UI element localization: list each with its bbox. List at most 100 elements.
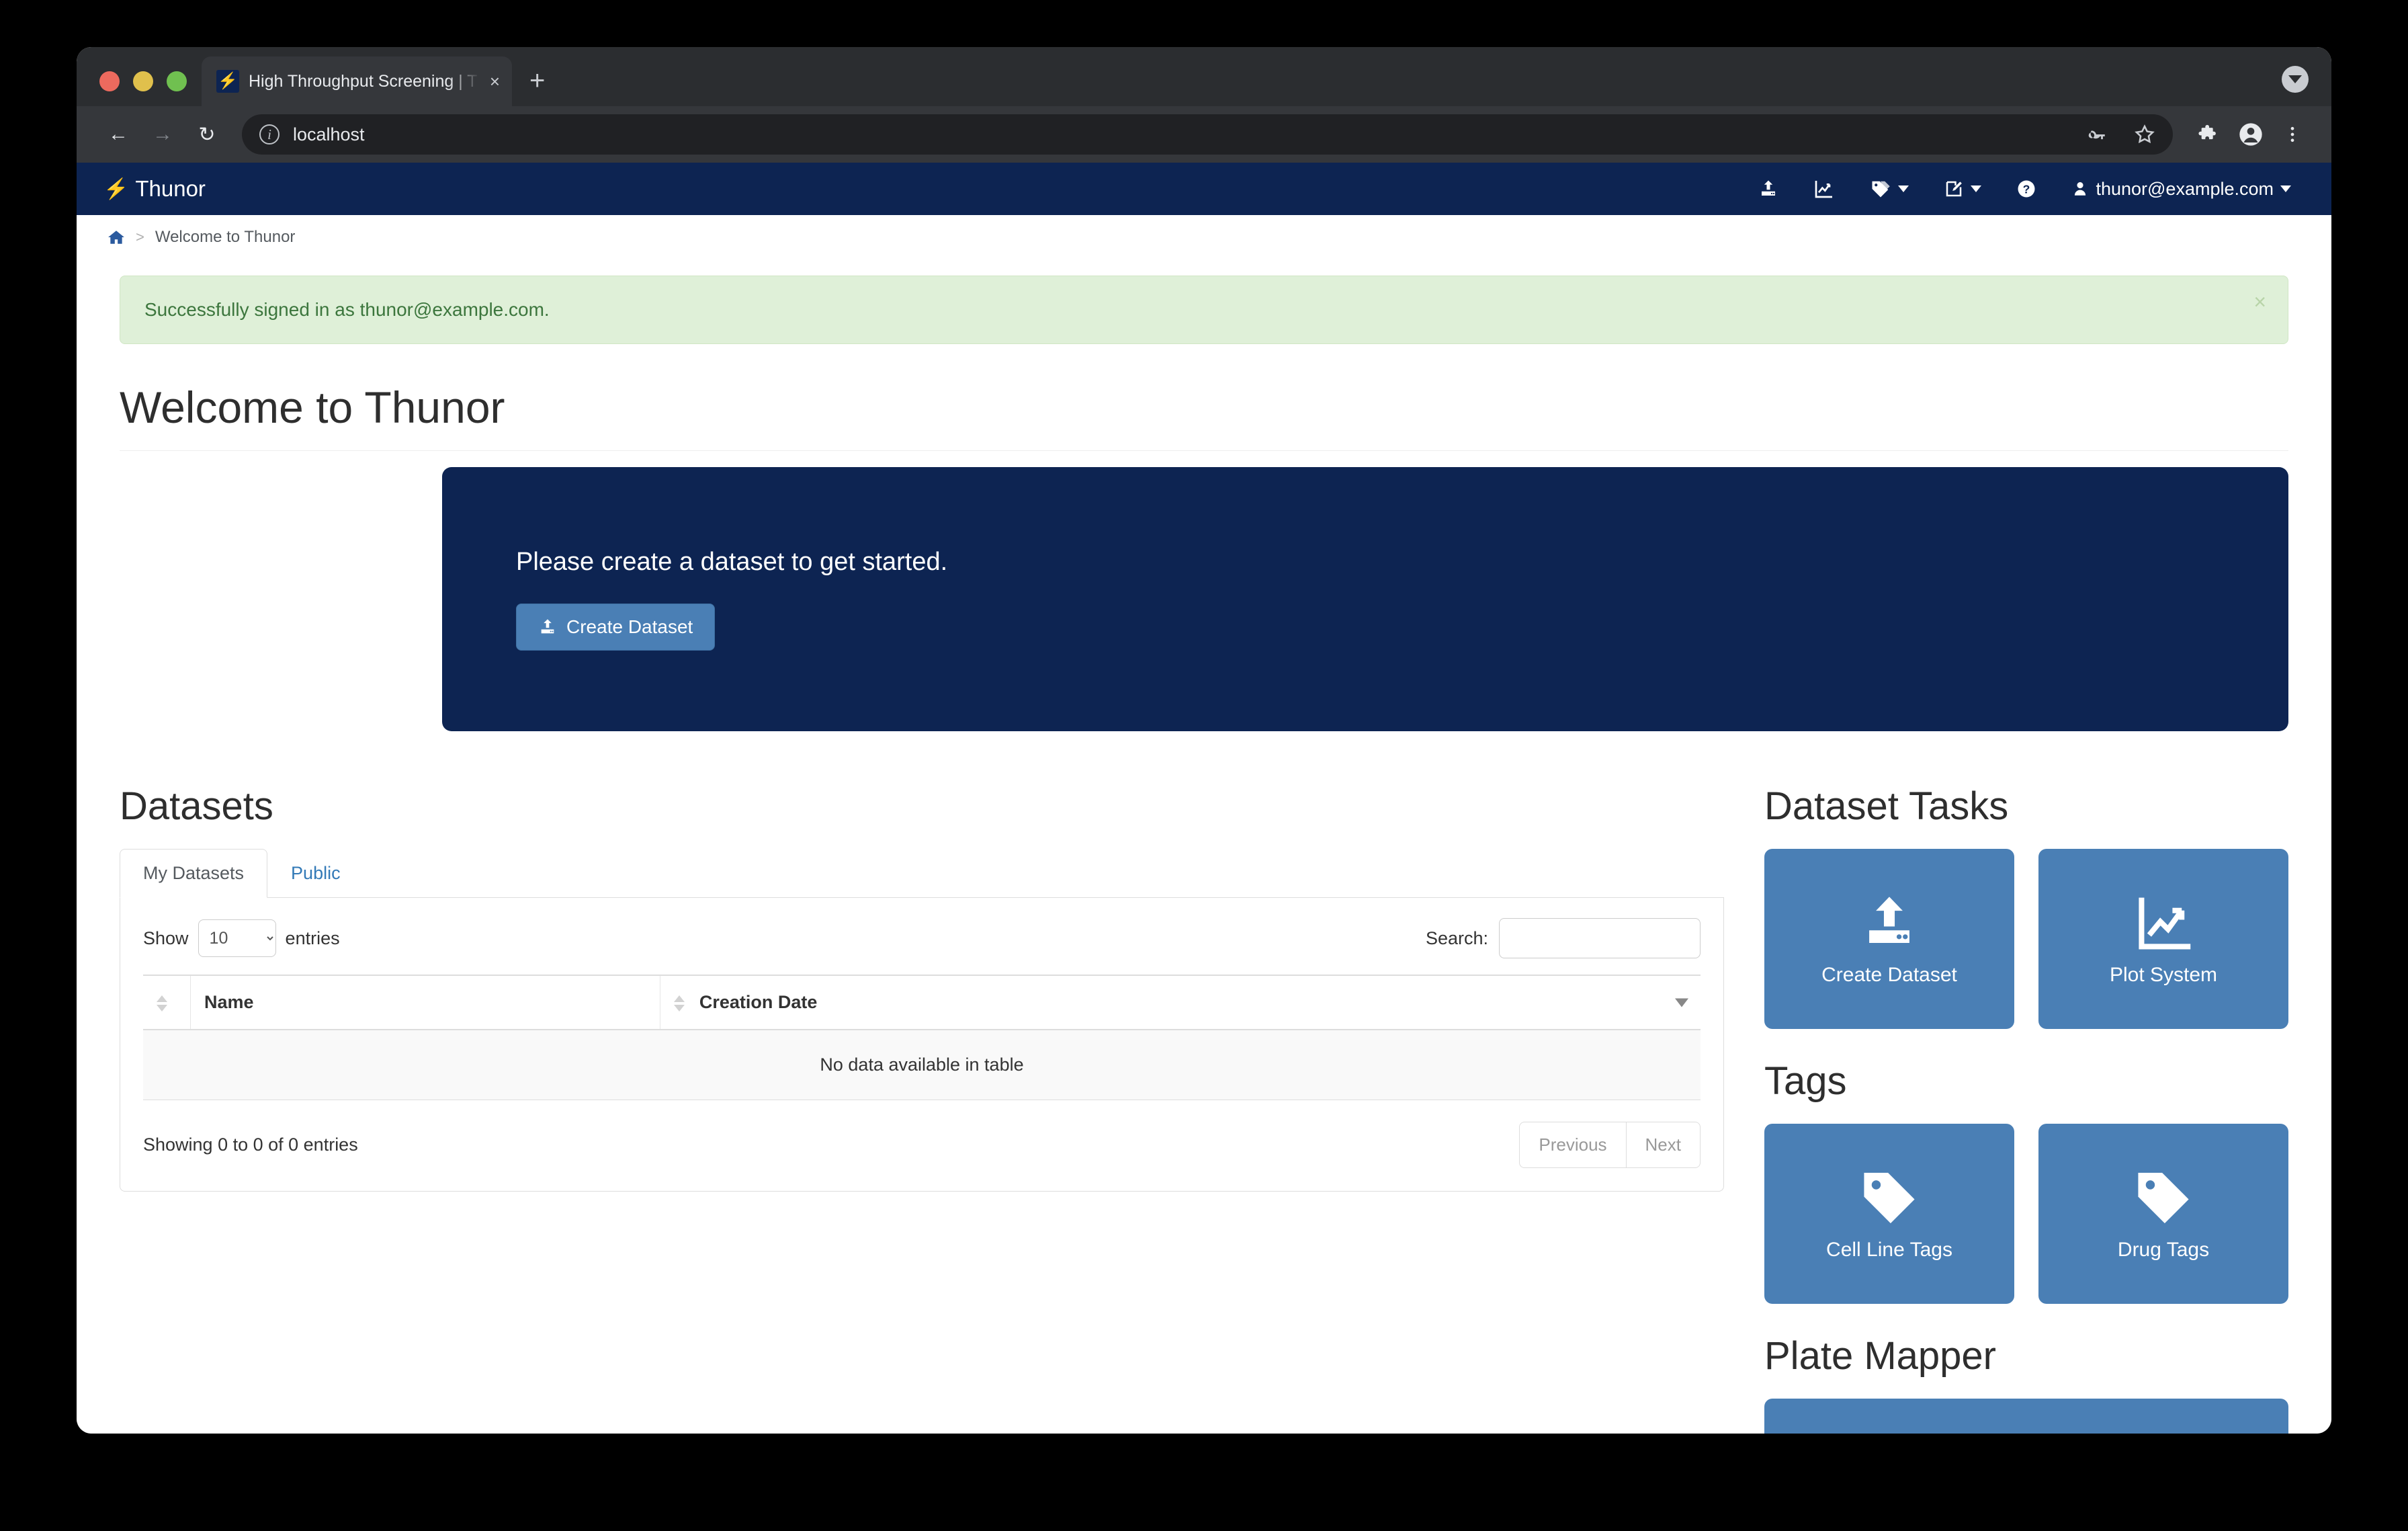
nav-upload[interactable] (1741, 163, 1796, 215)
minimize-window-button[interactable] (133, 71, 153, 91)
alert-message: Successfully signed in as thunor@example… (144, 299, 550, 320)
column-header-creation-date[interactable]: Creation Date (660, 975, 1701, 1030)
user-icon (2075, 182, 2086, 196)
kebab-menu-icon[interactable] (2274, 116, 2311, 153)
column-header-name[interactable]: Name (190, 975, 661, 1030)
datasets-tablist: My Datasets Public (120, 849, 1724, 898)
column-header-handle[interactable] (143, 975, 191, 1030)
puzzle-icon[interactable] (2190, 116, 2228, 153)
breadcrumb-separator: > (136, 228, 144, 245)
bolt-icon: ⚡ (216, 70, 239, 93)
datasets-table: Name Creation Date No data available in … (143, 975, 1701, 1100)
datasets-panel: Show 10 25 50 100 entries (120, 898, 1724, 1192)
table-info: Showing 0 to 0 of 0 entries (143, 1134, 358, 1155)
upload-icon (1762, 180, 1776, 196)
nav-plots[interactable] (1796, 163, 1852, 215)
tile-plot-system-label: Plot System (2109, 964, 2218, 986)
star-icon[interactable] (2127, 117, 2162, 152)
tile-plot-system[interactable]: Plot System (2038, 849, 2288, 1029)
datasets-column: Datasets My Datasets Public Show 10 25 (120, 784, 1724, 1434)
previous-page-button[interactable]: Previous (1519, 1122, 1627, 1168)
key-icon[interactable] (2079, 117, 2114, 152)
table-empty-message: No data available in table (143, 1030, 1701, 1100)
create-dataset-button[interactable]: Create Dataset (516, 604, 716, 651)
jumbotron-row: Please create a dataset to get started. … (120, 467, 2288, 731)
maximize-window-button[interactable] (167, 71, 187, 91)
chevron-down-icon (1898, 185, 1909, 192)
page-viewport: ⚡ Thunor ? thunor@example.com > Welcome … (77, 163, 2331, 1434)
datasets-heading: Datasets (120, 784, 273, 828)
tab-public[interactable]: Public (267, 849, 364, 898)
upload-icon (1869, 897, 1909, 944)
address-bar[interactable]: i localhost (242, 114, 2173, 155)
table-empty-row: No data available in table (143, 1030, 1701, 1100)
column-header-name-label: Name (204, 992, 254, 1012)
back-button[interactable]: ← (99, 116, 137, 153)
browser-tab-strip: ⚡ High Throughput Screening | T × + (77, 47, 2331, 106)
navbar-items: ? thunor@example.com (1741, 163, 2309, 215)
browser-tab[interactable]: ⚡ High Throughput Screening | T × (202, 56, 512, 106)
search-input[interactable] (1499, 918, 1701, 958)
tags-tiles: Cell Line Tags Drug Tags (1764, 1124, 2288, 1304)
bolt-icon: ⚡ (103, 177, 129, 200)
tags-heading: Tags (1764, 1059, 1847, 1103)
breadcrumb: > Welcome to Thunor (77, 215, 2331, 259)
create-dataset-jumbotron: Please create a dataset to get started. … (442, 467, 2288, 731)
nav-account[interactable]: thunor@example.com (2054, 163, 2309, 215)
url-text: localhost (293, 124, 365, 144)
table-controls: Show 10 25 50 100 entries (143, 918, 1701, 958)
profile-icon[interactable] (2232, 116, 2270, 153)
breadcrumb-current: Welcome to Thunor (155, 227, 296, 246)
table-header-row: Name Creation Date (143, 975, 1701, 1030)
browser-toolbar: ← → ↻ i localhost (77, 106, 2331, 163)
nav-plate-mapper[interactable] (1926, 163, 1999, 215)
sort-descending-icon (1675, 998, 1688, 1007)
chevron-down-icon (1971, 185, 1982, 192)
toolbar-actions (2180, 116, 2311, 153)
tile-create-dataset[interactable]: Create Dataset (1764, 849, 2014, 1029)
tab-my-datasets[interactable]: My Datasets (120, 849, 268, 898)
chevron-down-icon (2280, 185, 2291, 192)
plate-mapper-tiles (1764, 1399, 2288, 1434)
tile-cell-line-tags[interactable]: Cell Line Tags (1764, 1124, 2014, 1304)
dataset-tasks-heading: Dataset Tasks (1764, 784, 2009, 828)
info-icon[interactable]: i (259, 124, 280, 144)
create-dataset-button-label: Create Dataset (566, 616, 693, 637)
plate-mapper-heading: Plate Mapper (1764, 1334, 1996, 1378)
home-icon[interactable] (108, 229, 125, 246)
entries-per-page-select[interactable]: 10 25 50 100 (198, 919, 276, 957)
tile-create-dataset-label: Create Dataset (1821, 964, 1957, 986)
tile-drug-tags[interactable]: Drug Tags (2038, 1124, 2288, 1304)
success-alert: Successfully signed in as thunor@example… (120, 276, 2288, 344)
length-label-after: entries (285, 927, 340, 948)
forward-button[interactable]: → (144, 116, 181, 153)
reload-button[interactable]: ↻ (188, 116, 226, 153)
nav-tags[interactable] (1852, 163, 1926, 215)
dataset-tasks-tiles: Create Dataset Plot System (1764, 849, 2288, 1029)
browser-window: ⚡ High Throughput Screening | T × + ← → … (77, 47, 2331, 1434)
length-control: Show 10 25 50 100 entries (143, 919, 340, 957)
chart-line-icon (1815, 181, 1833, 198)
brand-logo[interactable]: ⚡ Thunor (103, 176, 206, 202)
chevron-down-icon[interactable] (2282, 66, 2309, 93)
nav-help[interactable]: ? (1999, 163, 2054, 215)
table-head: Name Creation Date (143, 975, 1701, 1030)
tag-icon (1864, 1172, 1915, 1224)
nav-account-label: thunor@example.com (2096, 178, 2274, 199)
sort-arrows-icon (674, 995, 685, 1011)
close-window-button[interactable] (99, 71, 120, 91)
tag-icon (1872, 181, 1891, 198)
close-icon[interactable]: × (490, 73, 500, 90)
sort-arrows-icon (157, 995, 167, 1011)
next-page-button[interactable]: Next (1626, 1122, 1701, 1168)
tile-plate-mapper[interactable] (1764, 1399, 2288, 1434)
table-body: No data available in table (143, 1030, 1701, 1100)
app-navbar: ⚡ Thunor ? thunor@example.com (77, 163, 2331, 215)
new-tab-button[interactable]: + (512, 67, 562, 106)
page-container: Successfully signed in as thunor@example… (77, 276, 2331, 1434)
pagination: Previous Next (1519, 1122, 1701, 1168)
search-label: Search: (1425, 927, 1488, 948)
close-icon[interactable]: × (2253, 291, 2266, 313)
browser-tab-title: High Throughput Screening | T (249, 71, 478, 91)
column-header-creation-date-label: Creation Date (699, 992, 818, 1012)
